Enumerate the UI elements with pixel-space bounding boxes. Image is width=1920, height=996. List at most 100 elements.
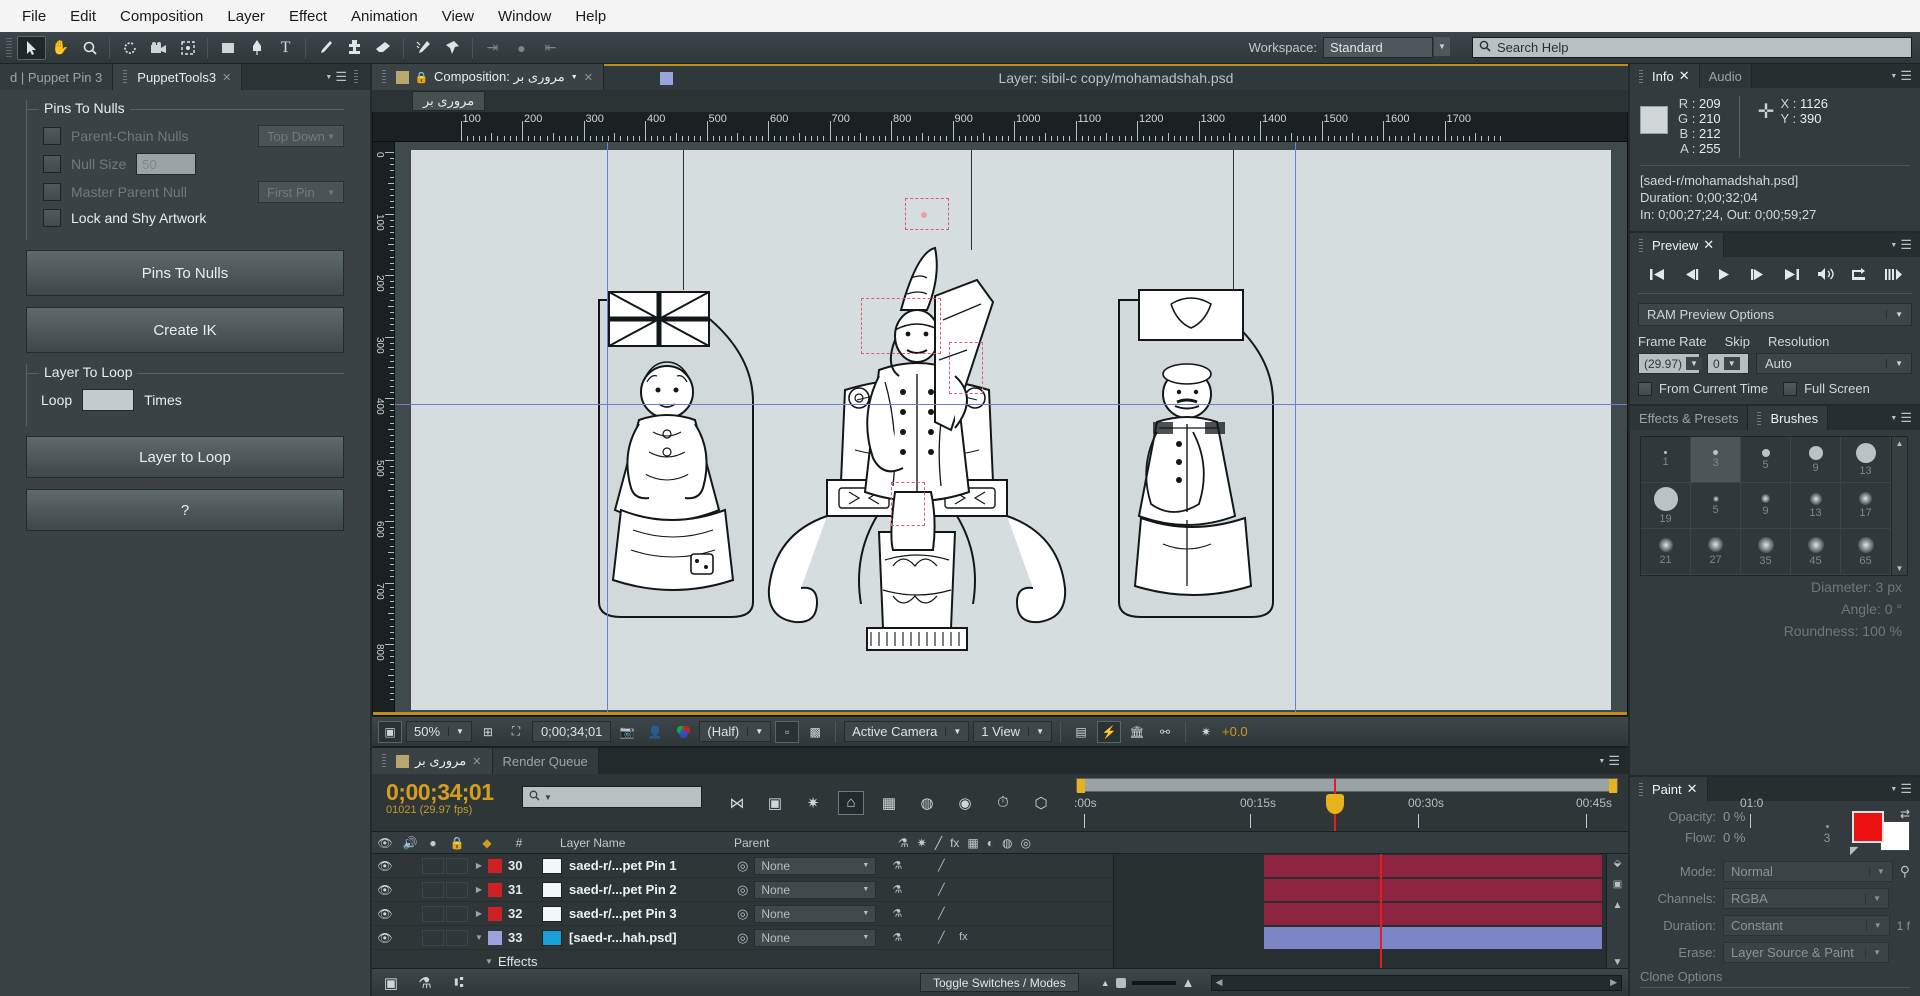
quality-switch[interactable]: ╱ [930,859,952,872]
adjustment-switch[interactable] [1018,883,1040,896]
layer-label-color[interactable] [488,858,502,873]
resolution-dropdown[interactable]: (Half) ▼ [699,721,772,742]
collapse-switch[interactable] [908,883,930,896]
pan-behind-tool[interactable] [173,36,202,60]
motion-blur-switch[interactable] [996,907,1018,920]
brush-cell[interactable]: 3 [1691,437,1741,483]
menu-item-effect[interactable]: Effect [277,4,339,29]
quality-switch[interactable]: ╱ [930,907,952,920]
close-icon[interactable]: ✕ [1703,237,1714,253]
zoom-slider-handle[interactable] [1115,977,1126,988]
lock-cell[interactable] [446,881,468,898]
layer-visibility-toggle[interactable]: 👁 [372,883,398,897]
region-of-interest-icon[interactable]: ⛶ [504,721,528,743]
menu-item-edit[interactable]: Edit [58,4,108,29]
clone-stamp-tool[interactable] [340,36,369,60]
preview-panel-menu[interactable]: ▼ ☰ [1890,233,1920,257]
channels-dropdown[interactable]: RGBA ▼ [1723,888,1889,909]
puppet-pin-box-3[interactable] [949,342,983,394]
shape-tool[interactable] [213,36,242,60]
table-row[interactable]: 👁 ▶ 30 saed-r/...pet Pin 1 ◎ None ▼ ⚗ ╱ [372,854,1113,878]
motion-blur-switch[interactable] [996,931,1018,944]
puppet-pin-tool[interactable] [438,36,467,60]
timeline-horizontal-scrollbar[interactable]: ◀ ▶ [1210,974,1622,991]
fast-previews-icon[interactable]: ⚡ [1097,720,1121,743]
timeline-ruler[interactable]: :00s 00:15s 00:30s 00:45s 01:0 [1068,774,1763,831]
parent-pickwhip-icon[interactable]: ◎ [737,930,748,946]
timeline-current-time[interactable]: 0;00;34;01 [386,780,522,804]
brush-cell[interactable]: 9 [1741,483,1791,529]
effects-switch[interactable]: fx [952,931,974,944]
grid-guides-icon[interactable]: ⊞ [476,721,500,743]
row-loop-times[interactable]: Loop Times [27,386,344,414]
tab-preview[interactable]: Preview ✕ [1630,233,1725,257]
ram-preview-options-dropdown[interactable]: RAM Preview Options ▼ [1638,303,1912,326]
region-of-interest-toggle[interactable]: ▫ [775,720,800,743]
brush-cell[interactable]: 35 [1741,529,1791,575]
lock-icon[interactable]: 🔒 [415,71,429,84]
tab-puppet-pin-3[interactable]: d | Puppet Pin 3 [0,64,114,90]
master-parent-null-dropdown[interactable]: First Pin ▼ [258,181,344,203]
audio-toggle-button[interactable] [1813,263,1839,285]
adjustment-switch[interactable] [1018,859,1040,872]
solo-cell[interactable] [422,929,444,946]
view-layout-dropdown[interactable]: 1 View ▼ [973,721,1052,742]
opacity-value[interactable]: 0 % [1723,809,1745,824]
expand-triangle-icon[interactable]: ▶ [470,909,488,918]
scroll-down-icon[interactable]: ▼ [1613,957,1623,968]
frame-blend-switch[interactable] [974,859,996,872]
row-lock-and-shy-artwork[interactable]: Lock and Shy Artwork [27,206,344,230]
create-ik-button[interactable]: Create IK [26,307,344,353]
zoom-out-icon[interactable]: ▲ [1101,978,1110,988]
layer-visibility-toggle[interactable]: 👁 [372,931,398,945]
resolution-dropdown[interactable]: Auto ▼ [1756,353,1912,374]
solo-cell[interactable] [422,857,444,874]
brush-cell[interactable]: 13 [1841,437,1891,483]
brainstorm-icon[interactable]: ◍ [914,791,940,815]
adjustment-switch[interactable] [1018,931,1040,944]
chevron-down-icon[interactable]: ▼ [1433,37,1450,56]
zoom-in-icon[interactable]: ▲ [1182,975,1195,990]
info-panel-menu[interactable]: ▼ ☰ [1890,64,1920,88]
menu-item-help[interactable]: Help [563,4,618,29]
type-tool[interactable]: T [271,36,300,60]
tab-brushes[interactable]: Brushes [1748,406,1829,430]
tab-grip[interactable] [1639,238,1643,252]
parent-pickwhip-icon[interactable]: ◎ [737,858,748,874]
adjustment-switch[interactable] [1018,907,1040,920]
tab-grip[interactable] [382,70,386,84]
timeline-panel-menu[interactable]: ▼ ☰ [1598,748,1628,774]
brush-tool[interactable] [311,36,340,60]
current-time-indicator[interactable] [1326,794,1344,814]
swap-colors-icon[interactable]: ⇄ [1900,807,1910,821]
chevron-down-icon[interactable]: ▼ [544,793,552,802]
close-icon[interactable]: ✕ [222,71,231,84]
duration-dropdown[interactable]: Constant ▼ [1723,915,1890,936]
three-d-switch[interactable] [1040,859,1062,872]
tab-render-queue[interactable]: Render Queue [492,748,599,774]
eraser-tool[interactable] [369,36,398,60]
timeline-graph-area[interactable]: ⬙ ▣ ▲ ▼ [1114,854,1628,968]
timecode-block[interactable]: 0;00;34;01 01021 (29.97 fps) [372,774,522,831]
menu-item-file[interactable]: File [10,4,58,29]
transparency-grid-icon[interactable]: ▩ [803,721,827,743]
shy-switch[interactable]: ⚗ [886,883,908,896]
brush-cell[interactable]: 9 [1791,437,1841,483]
scroll-up-icon[interactable]: ▲ [1613,900,1623,911]
layer-duration-bar[interactable] [1264,879,1602,901]
enable-frame-blending-icon[interactable]: ⌂ [838,790,864,815]
layer-duration-bar[interactable] [1264,855,1602,877]
expand-triangle-icon[interactable]: ▶ [470,861,488,870]
brush-angle[interactable]: Angle: 0 ° [1640,598,1910,620]
three-d-switch[interactable] [1040,883,1062,896]
pins-to-nulls-button[interactable]: Pins To Nulls [26,250,344,296]
brush-cell[interactable]: 19 [1641,483,1691,529]
frame-blend-switch[interactable] [974,931,996,944]
brush-cell[interactable]: 27 [1691,529,1741,575]
pen-tool[interactable] [242,36,271,60]
layer-duration-bar[interactable] [1264,903,1602,925]
layer-label-color[interactable] [488,906,502,921]
brush-cell[interactable]: 5 [1691,483,1741,529]
toggle-switches-modes-button[interactable]: Toggle Switches / Modes [920,973,1079,992]
hand-tool[interactable]: ✋ [46,36,75,60]
